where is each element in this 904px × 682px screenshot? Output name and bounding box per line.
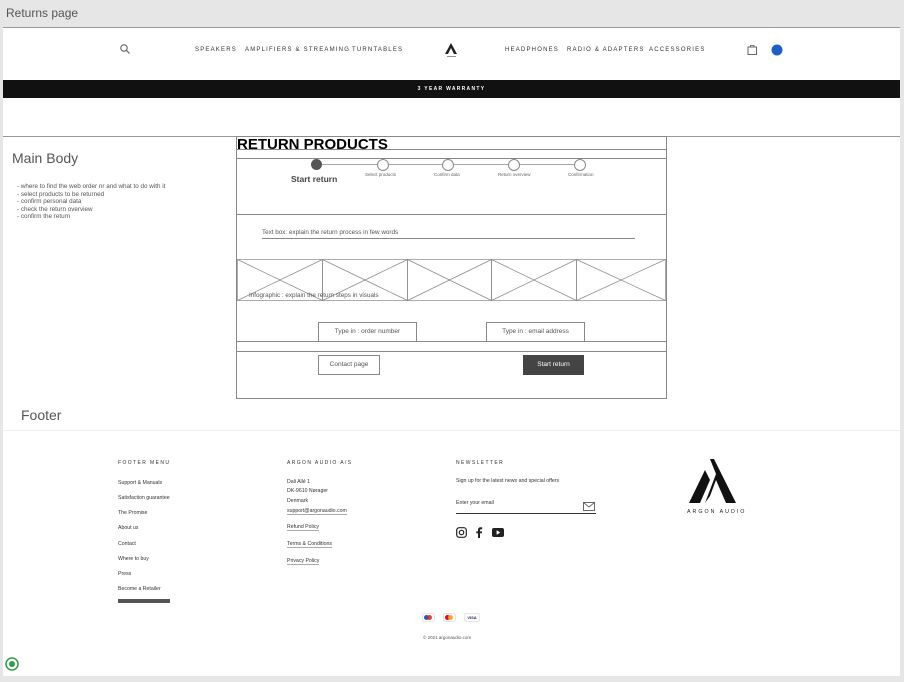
step-dot: [574, 159, 586, 171]
mastercard-icon: [444, 614, 455, 621]
maestro-icon: [423, 614, 434, 621]
address-line: Dali Allé 1: [287, 479, 311, 485]
step-dot: [377, 159, 389, 171]
step-dot-active: [311, 159, 322, 170]
logo-text: ARGON AUDIO: [687, 509, 747, 515]
footer-link-promise[interactable]: The Promise: [118, 510, 147, 516]
order-number-input[interactable]: Type in : order number: [318, 322, 417, 342]
divider: [3, 430, 900, 431]
footer-label: Footer: [21, 407, 62, 423]
footer-link-press[interactable]: Press: [118, 571, 131, 577]
footer-link-satisfaction[interactable]: Satisfaction guarantee: [118, 495, 170, 501]
step-label: Confirm data: [434, 172, 460, 177]
step-label: Select products: [365, 172, 397, 177]
argon-audio-logo: [689, 459, 736, 503]
nav-headphones[interactable]: HEADPHONES: [505, 47, 559, 53]
newsletter-placeholder: Enter your email: [456, 500, 494, 506]
search-icon[interactable]: [120, 44, 130, 54]
refund-policy-link[interactable]: Refund Policy: [287, 524, 320, 531]
divider: [237, 341, 666, 342]
infographic-label: Infographic : explain the return steps i…: [249, 292, 379, 299]
requirements-notes: - where to find the web order nr and wha…: [17, 183, 166, 221]
footer-link-support[interactable]: Support & Manuals: [118, 480, 162, 486]
facebook-icon[interactable]: [475, 527, 483, 538]
newsletter-text: Sign up for the latest news and special …: [456, 478, 560, 484]
logo[interactable]: [443, 41, 460, 58]
nav-turntables[interactable]: TURNTABLES: [352, 47, 403, 53]
warranty-banner: 3 YEAR WARRANTY: [3, 80, 900, 98]
footer-menu-heading: FOOTER MENU: [118, 460, 171, 466]
globe-icon[interactable]: [771, 44, 783, 56]
contact-page-button[interactable]: Contact page: [318, 355, 380, 375]
step-dot: [508, 159, 520, 171]
page-title: RETURN PRODUCTS: [237, 136, 388, 153]
email-input[interactable]: Type in : email address: [486, 322, 585, 342]
company-heading: ARGON AUDIO A/S: [287, 460, 353, 466]
bag-icon[interactable]: [747, 44, 758, 55]
privacy-link[interactable]: Privacy Policy: [287, 558, 320, 565]
support-email-link[interactable]: support@argonaudio.com: [287, 508, 347, 515]
step-label: Return overview: [498, 172, 531, 177]
address-line: DK-9610 Nørager: [287, 488, 328, 494]
copyright: © 2021 argonaudio.com: [423, 635, 472, 640]
address-line: Denmark: [287, 498, 309, 504]
footer-link-contact[interactable]: Contact: [118, 541, 136, 547]
main-body-label: Main Body: [12, 150, 79, 166]
page-canvas: SPEAKERS AMPLIFIERS & STREAMING TURNTABL…: [3, 27, 900, 676]
step-label: Confirmation: [568, 172, 594, 177]
start-return-button[interactable]: Start return: [523, 355, 584, 375]
scroll-indicator: [118, 599, 170, 603]
step-label-start: Start return: [291, 174, 338, 184]
instagram-icon[interactable]: [456, 527, 467, 538]
step-dot: [442, 159, 454, 171]
textbox-placeholder: Text box: explain the return process in …: [262, 229, 635, 239]
nav-speakers[interactable]: SPEAKERS: [195, 47, 237, 53]
footer-link-retailer[interactable]: Become a Retailer: [118, 586, 161, 592]
window-title: Returns page: [6, 6, 79, 20]
youtube-icon[interactable]: [492, 528, 504, 537]
divider: [237, 214, 666, 215]
newsletter-heading: NEWSLETTER: [456, 460, 505, 466]
return-wireframe: RETURN PRODUCTS Start return Select prod…: [236, 136, 667, 399]
nav-accessories[interactable]: ACCESSORIES: [649, 47, 706, 53]
divider: [237, 351, 666, 352]
nav-radio[interactable]: RADIO & ADAPTERS: [567, 47, 645, 53]
divider: [237, 149, 666, 150]
envelope-icon[interactable]: [583, 502, 595, 511]
terms-link[interactable]: Terms & Conditions: [287, 541, 332, 548]
chat-widget-icon[interactable]: [5, 657, 19, 671]
newsletter-email-input[interactable]: Enter your email: [456, 496, 596, 514]
visa-icon: VISA: [465, 614, 479, 621]
footer-link-where-to-buy[interactable]: Where to buy: [118, 556, 149, 562]
nav-amplifiers[interactable]: AMPLIFIERS & STREAMING: [245, 47, 350, 53]
site-header: SPEAKERS AMPLIFIERS & STREAMING TURNTABL…: [3, 28, 900, 137]
footer-link-about[interactable]: About us: [118, 525, 138, 531]
